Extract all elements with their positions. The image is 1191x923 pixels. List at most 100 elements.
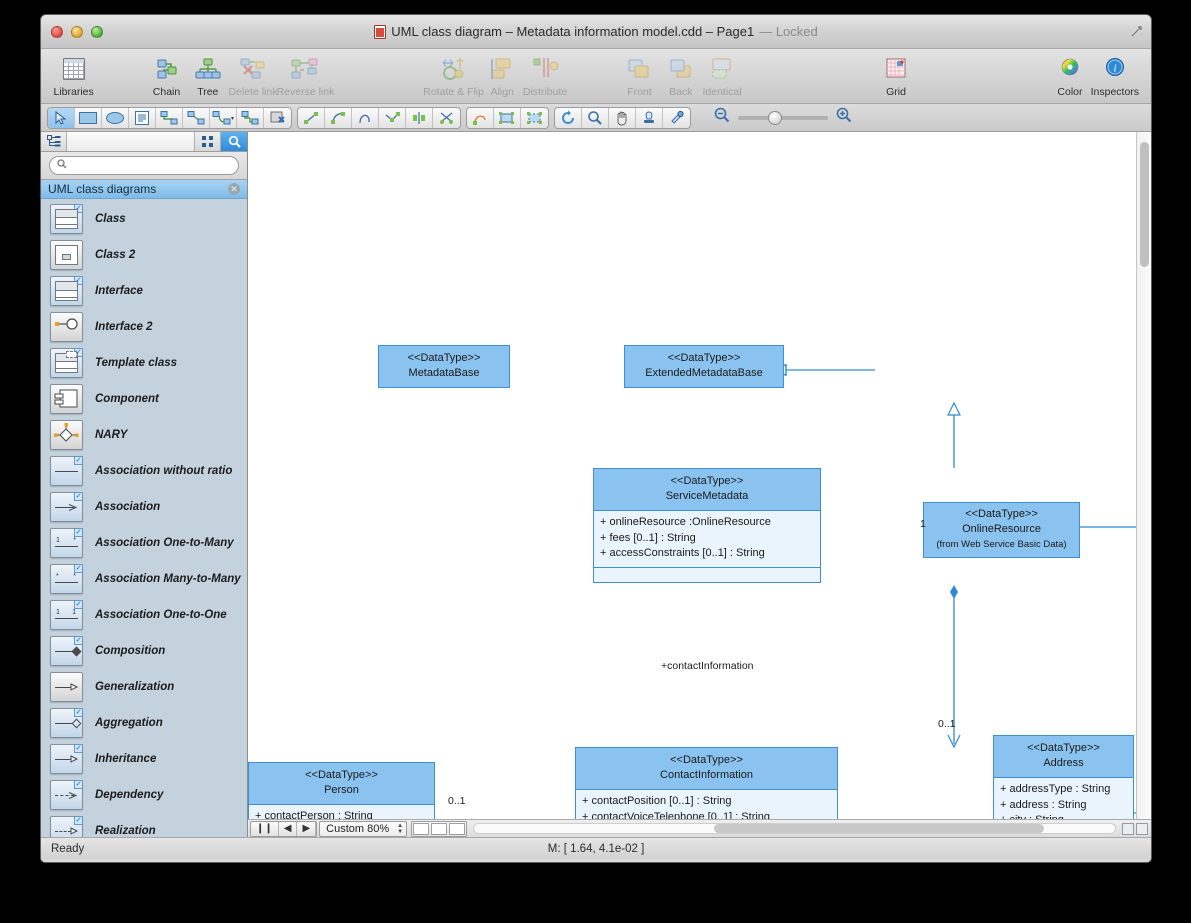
smart-connector-tool[interactable] — [156, 108, 183, 128]
toolbar-label: Distribute — [523, 86, 567, 98]
shape-item-interface-2[interactable]: Interface 2 — [41, 309, 247, 345]
pointer-tool[interactable] — [48, 108, 75, 128]
ungroup-tool[interactable] — [521, 108, 548, 128]
line-tool[interactable] — [298, 108, 325, 128]
rectangle-tool[interactable] — [75, 108, 102, 128]
shape-item-nary[interactable]: NARY — [41, 417, 247, 453]
polyline-tool[interactable] — [379, 108, 406, 128]
zoom-in-icon[interactable] — [836, 107, 852, 128]
shape-item-class[interactable]: ✓ Class — [41, 201, 247, 237]
pause-icon[interactable]: ❙❙ — [251, 821, 279, 837]
prev-page-icon[interactable]: ◀ — [279, 821, 298, 837]
search-view-icon[interactable] — [221, 132, 247, 151]
grid-view-icon[interactable] — [195, 132, 221, 151]
direct-connector-tool[interactable] — [183, 108, 210, 128]
uml-stereotype: <<DataType>> — [598, 474, 816, 489]
two-page-view[interactable] — [431, 823, 447, 835]
canvas-vertical-scrollbar[interactable] — [1136, 132, 1151, 819]
continuous-view[interactable] — [449, 823, 465, 835]
page-navigation: ❙❙ ◀ ▶ — [250, 821, 317, 837]
uml-class-header: <<DataType>> ContactInformation — [576, 748, 837, 790]
fit-view-icon[interactable] — [1136, 823, 1148, 835]
rotate-view-tool[interactable] — [555, 108, 582, 128]
shape-item-association-one-to-many[interactable]: ✓ 1 * Association One-to-Many — [41, 525, 247, 561]
arc-tool[interactable] — [325, 108, 352, 128]
shape-item-realization[interactable]: ✓ Realization — [41, 813, 247, 837]
shape-item-aggregation[interactable]: ✓ Aggregation — [41, 705, 247, 741]
resize-corner-icon[interactable] — [1130, 25, 1143, 38]
uml-class-person[interactable]: <<DataType>> Person + contactPerson : St… — [248, 762, 435, 819]
mirror-tool[interactable] — [406, 108, 433, 128]
uml-class-extendedmetadatabase[interactable]: <<DataType>> ExtendedMetadataBase — [624, 345, 784, 388]
uml-class-name: ExtendedMetadataBase — [629, 366, 779, 381]
toolbar-button-identical[interactable]: Identical — [701, 53, 742, 98]
split-view-icon[interactable] — [1122, 823, 1134, 835]
library-toolbar-field[interactable] — [67, 132, 195, 151]
delete-connector-tool[interactable] — [264, 108, 291, 128]
search-input[interactable] — [49, 156, 239, 175]
shape-item-inheritance[interactable]: ✓ Inheritance — [41, 741, 247, 777]
shape-item-class-2[interactable]: Class 2 — [41, 237, 247, 273]
toolbar-button-libraries[interactable]: Libraries — [53, 53, 94, 98]
close-section-icon[interactable]: ✕ — [228, 183, 240, 195]
zoom-slider-knob[interactable] — [768, 111, 782, 125]
shape-item-template-class[interactable]: ✓ Template class — [41, 345, 247, 381]
toolbar-button-align[interactable]: Align — [482, 53, 523, 98]
group-tool[interactable] — [494, 108, 521, 128]
uml-class-onlineresource[interactable]: <<DataType>> OnlineResource (from Web Se… — [923, 502, 1080, 558]
shape-item-interface[interactable]: ✓ Interface — [41, 273, 247, 309]
diagram-canvas[interactable]: <<DataType>> MetadataBase <<DataType>> E… — [248, 132, 1151, 819]
toolbar-button-tree[interactable]: Tree — [187, 53, 228, 98]
shape-item-generalization[interactable]: Generalization — [41, 669, 247, 705]
bezier-tool[interactable] — [352, 108, 379, 128]
shape-item-association-without-ratio[interactable]: ✓ Association without ratio — [41, 453, 247, 489]
shape-item-association[interactable]: ✓ Association — [41, 489, 247, 525]
zoom-out-icon[interactable] — [714, 107, 730, 128]
toolbar-button-distribute[interactable]: Distribute — [523, 53, 567, 98]
close-button[interactable] — [51, 26, 63, 38]
ellipse-tool[interactable] — [102, 108, 129, 128]
toolbar-label: Rotate & Flip — [423, 86, 484, 98]
search-field[interactable] — [72, 159, 231, 173]
shape-item-association-many-to-many[interactable]: ✓ * * Association Many-to-Many — [41, 561, 247, 597]
text-tool[interactable] — [129, 108, 156, 128]
uml-class-servicemetadata[interactable]: <<DataType>> ServiceMetadata + onlineRes… — [593, 468, 821, 583]
toolbar-button-color[interactable]: Color — [1049, 53, 1090, 98]
uml-class-metadatabase[interactable]: <<DataType>> MetadataBase — [378, 345, 510, 388]
shape-item-dependency[interactable]: ✓ Dependency — [41, 777, 247, 813]
trim-tool[interactable] — [433, 108, 460, 128]
single-page-view[interactable] — [413, 823, 429, 835]
next-page-icon[interactable]: ▶ — [297, 821, 316, 837]
zoom-button[interactable] — [91, 26, 103, 38]
horizontal-scroll-thumb[interactable] — [714, 824, 1044, 833]
zoom-level-select[interactable]: Custom 80% ▲▼ — [319, 821, 407, 837]
eyedropper-tool[interactable] — [663, 108, 690, 128]
hand-tool[interactable] — [609, 108, 636, 128]
zoom-slider[interactable] — [738, 116, 828, 120]
stamp-tool[interactable] — [636, 108, 663, 128]
toolbar-button-rotate-flip[interactable]: Rotate & Flip — [426, 53, 482, 98]
toolbar-button-delete-link[interactable]: Delete link — [228, 53, 277, 98]
minimize-button[interactable] — [71, 26, 83, 38]
toolbar-button-chain[interactable]: Chain — [146, 53, 187, 98]
shape-item-composition[interactable]: ✓ Composition — [41, 633, 247, 669]
toolbar-button-front[interactable]: Front — [619, 53, 660, 98]
tree-connector-tool[interactable] — [237, 108, 264, 128]
zoom-stepper[interactable]: ▲▼ — [394, 823, 406, 835]
toolbar-button-back[interactable]: Back — [660, 53, 701, 98]
shape-item-association-one-to-one[interactable]: ✓ 1 1 Association One-to-One — [41, 597, 247, 633]
canvas-horizontal-scrollbar[interactable] — [473, 823, 1116, 834]
shape-item-component[interactable]: Component — [41, 381, 247, 417]
shape-list: ✓ Class — [41, 199, 247, 837]
uml-class-contactinformation[interactable]: <<DataType>> ContactInformation + contac… — [575, 747, 838, 819]
vertical-scroll-thumb[interactable] — [1140, 142, 1149, 267]
curve-connector-tool[interactable] — [210, 108, 237, 128]
uml-class-address[interactable]: <<DataType>> Address + addressType : Str… — [993, 735, 1134, 819]
zoom-level-value: Custom 80% — [326, 823, 389, 835]
toolbar-button-reverse-link[interactable]: Reverse link — [277, 53, 333, 98]
toolbar-button-grid[interactable]: Grid — [875, 53, 916, 98]
zoom-tool[interactable] — [582, 108, 609, 128]
outline-view-icon[interactable] — [41, 132, 67, 151]
toolbar-button-inspectors[interactable]: i Inspectors — [1091, 53, 1139, 98]
skew-tool[interactable] — [467, 108, 494, 128]
